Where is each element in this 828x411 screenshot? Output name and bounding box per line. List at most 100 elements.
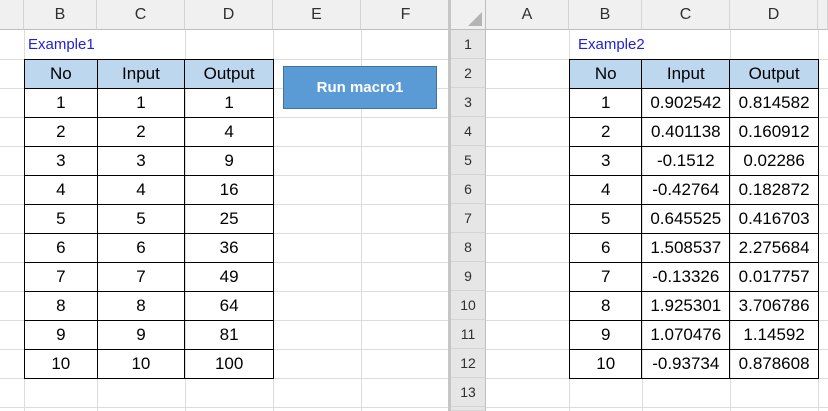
cell-no[interactable]: 5 bbox=[568, 204, 643, 234]
column-header-c[interactable]: C bbox=[642, 0, 730, 30]
cell-input[interactable]: 2 bbox=[96, 117, 186, 147]
cell-no[interactable]: 6 bbox=[24, 233, 98, 263]
cell-no[interactable]: 9 bbox=[568, 320, 643, 350]
cell-output[interactable]: 0.814582 bbox=[729, 88, 819, 118]
cell-input[interactable]: -0.42764 bbox=[641, 175, 731, 205]
cell-output[interactable]: 0.160912 bbox=[729, 117, 819, 147]
cell-output[interactable]: 100 bbox=[184, 349, 274, 379]
cell-output[interactable]: 81 bbox=[184, 320, 274, 350]
cell-no[interactable]: 3 bbox=[24, 146, 98, 176]
cell-no[interactable]: 10 bbox=[568, 349, 643, 379]
column-header-b[interactable]: B bbox=[569, 0, 642, 30]
cell-no[interactable]: 7 bbox=[24, 262, 98, 292]
cell-no[interactable]: 5 bbox=[24, 204, 98, 234]
row-header-9[interactable]: 9 bbox=[451, 262, 486, 291]
column-header-a[interactable]: A bbox=[486, 0, 569, 30]
cell-output[interactable]: 2.275684 bbox=[729, 233, 819, 263]
cell-output[interactable]: 0.878608 bbox=[729, 349, 819, 379]
run-macro1-button[interactable]: Run macro1 bbox=[283, 66, 437, 109]
column-header-c[interactable]: C bbox=[97, 0, 185, 30]
cell-input[interactable]: 5 bbox=[96, 204, 186, 234]
row-header-6[interactable]: 6 bbox=[451, 175, 486, 204]
table-row: 3 -0.1512 0.02286 bbox=[568, 146, 819, 176]
column-header-e[interactable]: E bbox=[273, 0, 361, 30]
cell-output[interactable]: 9 bbox=[184, 146, 274, 176]
header-output[interactable]: Output bbox=[184, 59, 274, 89]
cell-input[interactable]: 1.070476 bbox=[641, 320, 731, 350]
row-header-8[interactable]: 8 bbox=[451, 233, 486, 262]
cell-no[interactable]: 10 bbox=[24, 349, 98, 379]
cell-input[interactable]: 4 bbox=[96, 175, 186, 205]
cell-input[interactable]: -0.93734 bbox=[641, 349, 731, 379]
cell-no[interactable]: 4 bbox=[568, 175, 643, 205]
row-header-11[interactable]: 11 bbox=[451, 320, 486, 349]
header-output[interactable]: Output bbox=[729, 59, 819, 89]
cell-input[interactable]: 1.925301 bbox=[641, 291, 731, 321]
row-header-13[interactable]: 13 bbox=[451, 378, 486, 407]
cell-output[interactable]: 1.14592 bbox=[729, 320, 819, 350]
cell-output[interactable]: 25 bbox=[184, 204, 274, 234]
cell-no[interactable]: 2 bbox=[568, 117, 643, 147]
cell-input[interactable]: 0.645525 bbox=[641, 204, 731, 234]
cell-output[interactable]: 16 bbox=[184, 175, 274, 205]
cell-input[interactable]: 9 bbox=[96, 320, 186, 350]
cell-no[interactable]: 1 bbox=[568, 88, 643, 118]
row-header-3[interactable]: 3 bbox=[451, 88, 486, 117]
cell-input[interactable]: 8 bbox=[96, 291, 186, 321]
cell-input[interactable]: 1.508537 bbox=[641, 233, 731, 263]
row-header-12[interactable]: 12 bbox=[451, 349, 486, 378]
cell-no[interactable]: 9 bbox=[24, 320, 98, 350]
cell-output[interactable]: 0.182872 bbox=[729, 175, 819, 205]
cell-output[interactable]: 1 bbox=[184, 88, 274, 118]
cell-input[interactable]: 3 bbox=[96, 146, 186, 176]
column-header-partial[interactable] bbox=[0, 0, 24, 30]
select-all-corner[interactable] bbox=[451, 0, 486, 30]
cell-output[interactable]: 0.416703 bbox=[729, 204, 819, 234]
column-header-b[interactable]: B bbox=[24, 0, 97, 30]
row-header-7[interactable]: 7 bbox=[451, 204, 486, 233]
column-header-d[interactable]: D bbox=[730, 0, 818, 30]
example1-title: Example1 bbox=[28, 30, 101, 59]
column-header-d[interactable]: D bbox=[185, 0, 273, 30]
cell-no[interactable]: 6 bbox=[568, 233, 643, 263]
table-row: 7 7 49 bbox=[24, 262, 274, 292]
table-row: 6 6 36 bbox=[24, 233, 274, 263]
cell-no[interactable]: 3 bbox=[568, 146, 643, 176]
row-header-2[interactable]: 2 bbox=[451, 59, 486, 88]
table-row: 9 9 81 bbox=[24, 320, 274, 350]
cell-output[interactable]: 49 bbox=[184, 262, 274, 292]
row-header-10[interactable]: 10 bbox=[451, 291, 486, 320]
cell-input[interactable]: -0.13326 bbox=[641, 262, 731, 292]
cell-output[interactable]: 0.017757 bbox=[729, 262, 819, 292]
cell-no[interactable]: 4 bbox=[24, 175, 98, 205]
table-row: 1 0.902542 0.814582 bbox=[568, 88, 819, 118]
gridline bbox=[486, 407, 828, 408]
column-header-partial[interactable] bbox=[818, 0, 828, 30]
cell-output[interactable]: 0.02286 bbox=[729, 146, 819, 176]
cell-no[interactable]: 1 bbox=[24, 88, 98, 118]
cell-output[interactable]: 64 bbox=[184, 291, 274, 321]
cell-output[interactable]: 3.706786 bbox=[729, 291, 819, 321]
cell-no[interactable]: 7 bbox=[568, 262, 643, 292]
cell-input[interactable]: 1 bbox=[96, 88, 186, 118]
cell-input[interactable]: -0.1512 bbox=[641, 146, 731, 176]
header-input[interactable]: Input bbox=[641, 59, 731, 89]
row-header-partial[interactable] bbox=[451, 407, 486, 411]
header-no[interactable]: No bbox=[568, 59, 643, 89]
cell-input[interactable]: 0.902542 bbox=[641, 88, 731, 118]
cell-output[interactable]: 4 bbox=[184, 117, 274, 147]
cell-input[interactable]: 10 bbox=[96, 349, 186, 379]
cell-no[interactable]: 2 bbox=[24, 117, 98, 147]
header-no[interactable]: No bbox=[24, 59, 98, 89]
cell-input[interactable]: 7 bbox=[96, 262, 186, 292]
row-header-5[interactable]: 5 bbox=[451, 146, 486, 175]
cell-input[interactable]: 6 bbox=[96, 233, 186, 263]
row-header-1[interactable]: 1 bbox=[451, 30, 486, 59]
column-header-f[interactable]: F bbox=[361, 0, 451, 30]
cell-output[interactable]: 36 bbox=[184, 233, 274, 263]
cell-input[interactable]: 0.401138 bbox=[641, 117, 731, 147]
row-header-4[interactable]: 4 bbox=[451, 117, 486, 146]
header-input[interactable]: Input bbox=[96, 59, 186, 89]
cell-no[interactable]: 8 bbox=[568, 291, 643, 321]
cell-no[interactable]: 8 bbox=[24, 291, 98, 321]
